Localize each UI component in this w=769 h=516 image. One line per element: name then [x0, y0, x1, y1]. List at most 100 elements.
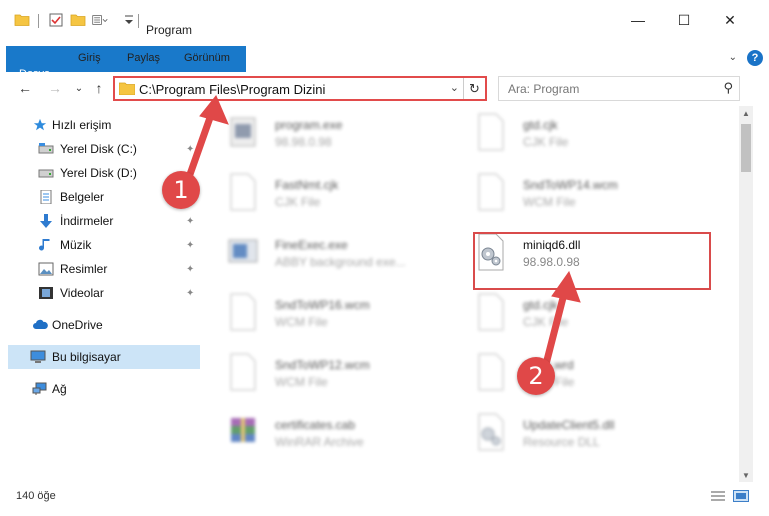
documents-icon [40, 190, 52, 204]
up-button[interactable]: ↑ [88, 78, 110, 98]
sidebar-item-label: Resimler [60, 262, 108, 276]
blank-file-icon [230, 173, 256, 211]
window-title: Program [146, 23, 193, 37]
address-dropdown-icon[interactable]: ⌄ [450, 81, 459, 94]
search-input[interactable]: Ara: Program [508, 82, 579, 96]
sidebar-item-downloads[interactable]: İndirmeler ✦ [0, 209, 203, 233]
file-name: FastNmt.cjk [275, 178, 339, 192]
dll-gear-icon [478, 413, 504, 451]
folder-icon [119, 82, 135, 95]
pin-icon[interactable]: ✦ [186, 288, 194, 299]
cloud-icon [33, 319, 48, 329]
refresh-button[interactable]: ↻ [463, 78, 485, 99]
file-item[interactable]: SndToWP14.wcm WCM File [453, 170, 693, 226]
sidebar-item-label: Müzik [60, 238, 92, 252]
title-separator [38, 14, 39, 28]
file-name: SndToWP12.wcm [275, 358, 370, 372]
file-detail: ABBY background exe... [275, 255, 406, 269]
details-view-icon[interactable] [710, 490, 726, 502]
file-detail: WinRAR Archive [275, 435, 364, 449]
scroll-thumb[interactable] [741, 124, 751, 172]
sidebar-item-label: Belgeler [60, 190, 105, 204]
file-item[interactable]: UpdateClient5.dll Resource DLL [453, 410, 693, 466]
sidebar-item-label: Ağ [52, 382, 67, 396]
minimize-button[interactable]: — [618, 8, 658, 32]
highlight-box [473, 232, 711, 290]
sidebar-item-disk-c[interactable]: Yerel Disk (C:) ✦ [0, 137, 203, 161]
address-bar-row: ← → ⌄ ↑ C:\Program Files\Program Dizini … [0, 72, 769, 104]
tab-paylas[interactable]: Paylaş [127, 46, 160, 70]
file-item[interactable]: FineExec.exe ABBY background exe... [205, 230, 445, 286]
back-button[interactable]: ← [14, 78, 36, 98]
new-folder-icon[interactable] [70, 12, 86, 28]
file-item[interactable]: gtd.cjk CJK File [453, 290, 693, 346]
file-item[interactable]: SndToWP16.wcm WCM File [205, 290, 445, 346]
large-icons-view-icon[interactable] [733, 490, 749, 502]
sidebar-item-label: Bu bilgisayar [52, 350, 121, 364]
properties-icon[interactable] [48, 12, 64, 28]
tab-giris[interactable]: Giriş [78, 46, 101, 70]
archive-icon [231, 418, 255, 442]
file-name: gtd.cjk [523, 298, 558, 312]
close-button[interactable]: ✕ [710, 8, 750, 32]
quick-access-dropdown-icon[interactable] [121, 12, 137, 28]
title-separator [138, 14, 139, 28]
file-item[interactable]: FastNmt.cjk CJK File [205, 170, 445, 226]
pin-icon[interactable]: ✦ [186, 144, 194, 155]
help-icon[interactable]: ? [747, 50, 763, 66]
sidebar-item-onedrive[interactable]: OneDrive [0, 313, 203, 337]
forward-button[interactable]: → [44, 78, 66, 98]
app-icon [228, 239, 258, 263]
drive-icon [38, 143, 54, 154]
sidebar-item-pictures[interactable]: Resimler ✦ [0, 257, 203, 281]
sidebar-item-this-pc[interactable]: Bu bilgisayar [8, 345, 200, 369]
pin-icon[interactable]: ✦ [186, 264, 194, 275]
pin-icon[interactable]: ✦ [186, 216, 194, 227]
sidebar-item-videos[interactable]: Videolar ✦ [0, 281, 203, 305]
file-name: UpdateClient5.dll [523, 418, 615, 432]
blank-file-icon [230, 293, 256, 331]
search-box[interactable]: Ara: Program ⚲ [498, 76, 740, 101]
sidebar-item-music[interactable]: Müzik ✦ [0, 233, 203, 257]
file-detail: WCM File [523, 195, 576, 209]
exe-icon [230, 117, 256, 147]
video-icon [39, 287, 53, 299]
file-item[interactable]: gtd.cjk CJK File [453, 110, 693, 166]
pin-icon[interactable]: ✦ [186, 240, 194, 251]
address-bar[interactable]: C:\Program Files\Program Dizini ⌄ ↻ [113, 76, 487, 101]
sidebar-item-label: OneDrive [52, 318, 103, 332]
drive-icon [38, 169, 54, 178]
blank-file-icon [478, 293, 504, 331]
maximize-button[interactable]: ☐ [664, 8, 704, 32]
scroll-up-button[interactable]: ▲ [739, 106, 753, 120]
file-detail: CJK File [275, 195, 321, 209]
file-item[interactable]: certificates.cab WinRAR Archive [205, 410, 445, 466]
search-icon[interactable]: ⚲ [723, 80, 733, 96]
sidebar-item-label: Hızlı erişim [52, 118, 112, 132]
scroll-down-button[interactable]: ▼ [739, 468, 753, 482]
vertical-scrollbar[interactable]: ▲ ▼ [739, 106, 753, 482]
file-detail: WCM File [275, 375, 328, 389]
file-name: program.exe [275, 118, 343, 132]
file-item[interactable]: program.exe 98.98.0.98 [205, 110, 445, 166]
file-item[interactable]: SndToWP12.wcm WCM File [205, 350, 445, 406]
step-1-badge: 1 [162, 171, 200, 209]
sidebar-item-quick-access[interactable]: Hızlı erişim [0, 113, 203, 137]
address-path[interactable]: C:\Program Files\Program Dizini [139, 82, 325, 97]
blank-file-icon [478, 173, 504, 211]
file-detail: WCM File [275, 315, 328, 329]
music-icon [39, 239, 50, 251]
title-bar: Program — ☐ ✕ [0, 0, 769, 44]
tab-gorunum[interactable]: Görünüm [184, 46, 230, 70]
sidebar-item-network[interactable]: Ağ [0, 377, 203, 401]
computer-icon [30, 350, 46, 363]
expand-ribbon-icon[interactable]: ⌄ [729, 52, 737, 63]
customize-toolbar-icon[interactable] [92, 12, 108, 28]
sidebar-item-label: Yerel Disk (C:) [60, 142, 137, 156]
navigation-pane: Hızlı erişim Yerel Disk (C:) ✦ Yerel Dis… [0, 106, 203, 482]
blank-file-icon [478, 353, 504, 391]
recent-locations-button[interactable]: ⌄ [68, 78, 90, 98]
sidebar-item-label: Yerel Disk (D:) [60, 166, 137, 180]
file-item[interactable]: mllec.wrd WRD File [453, 350, 693, 406]
star-icon [33, 118, 47, 131]
